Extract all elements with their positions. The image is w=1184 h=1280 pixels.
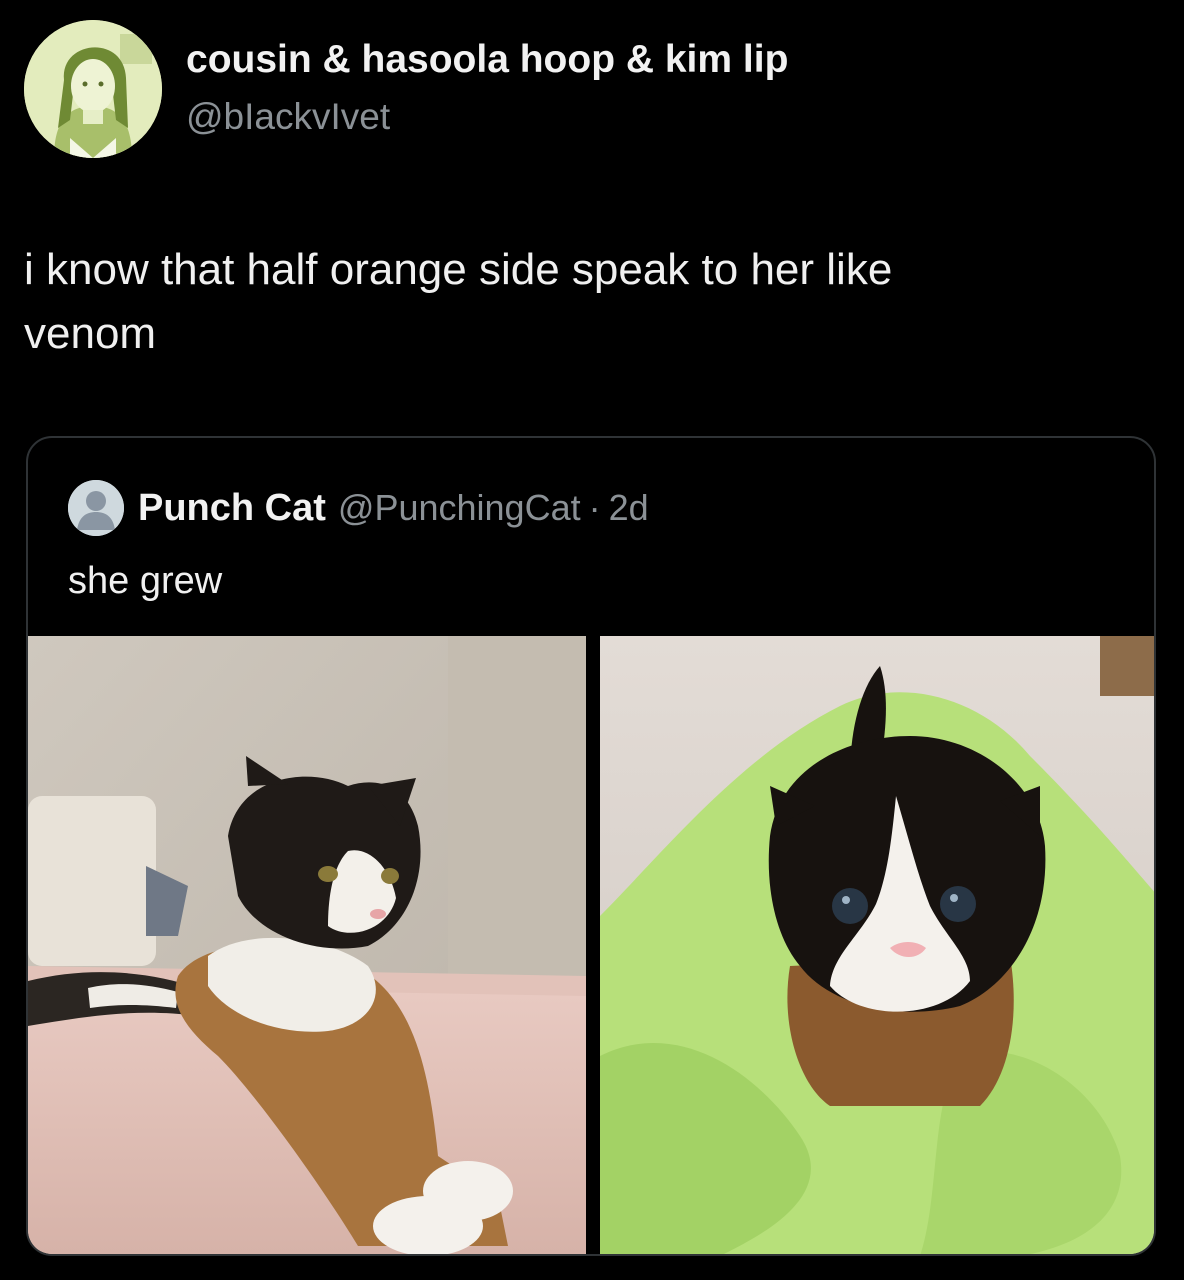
kitten-in-green-towel-photo-icon bbox=[600, 636, 1154, 1254]
profile-photo-icon bbox=[24, 20, 162, 158]
quoted-display-name[interactable]: Punch Cat bbox=[138, 487, 326, 530]
quoted-tweet-card[interactable]: Punch Cat @PunchingCat · 2d she grew bbox=[26, 436, 1156, 1256]
display-name[interactable]: cousin & hasoola hoop & kim lip bbox=[186, 38, 788, 82]
photo-adult-cat[interactable] bbox=[28, 636, 586, 1254]
tweet-text: i know that half orange side speak to he… bbox=[24, 238, 1144, 366]
profile-avatar[interactable] bbox=[24, 20, 162, 158]
tweet-text-line-2: venom bbox=[24, 309, 157, 358]
quoted-timestamp[interactable]: 2d bbox=[609, 487, 649, 529]
quoted-tweet-text: she grew bbox=[68, 560, 223, 602]
default-user-icon[interactable] bbox=[68, 480, 124, 536]
quoted-user-handle[interactable]: @PunchingCat bbox=[338, 487, 581, 529]
user-handle[interactable]: @bIackvIvet bbox=[186, 96, 390, 138]
quoted-tweet-header: Punch Cat @PunchingCat · 2d bbox=[68, 480, 649, 536]
header-separator: · bbox=[588, 487, 601, 528]
photo-kitten[interactable] bbox=[600, 636, 1154, 1254]
adult-calico-cat-photo-icon bbox=[28, 636, 586, 1254]
tweet-text-line-1: i know that half orange side speak to he… bbox=[24, 245, 893, 294]
